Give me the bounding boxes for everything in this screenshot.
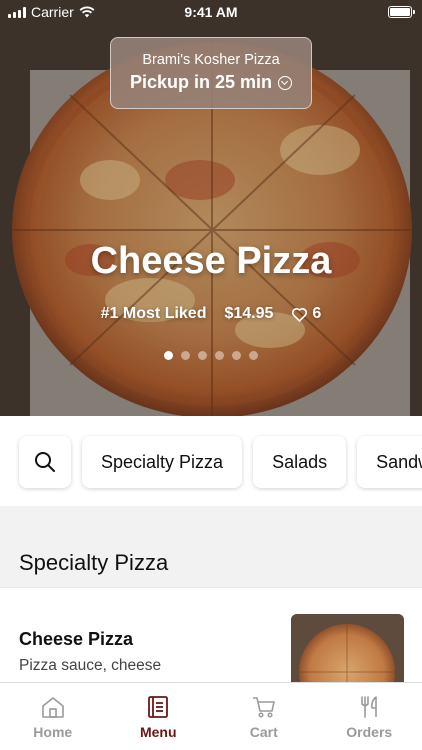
tab-cart-label: Cart [249,724,278,740]
cart-icon [252,697,275,718]
menu-item-description: Pizza sauce, cheese [19,657,162,674]
carousel-dot[interactable] [215,351,224,360]
search-icon [35,452,55,472]
category-chip-specialty-pizza[interactable]: Specialty Pizza [82,436,243,488]
store-name: Brami's Kosher Pizza [142,52,280,68]
menu-item[interactable]: Cheese Pizza Pizza sauce, cheese [0,587,422,687]
pickup-time: Pickup in 25 min [129,72,273,92]
hero-banner[interactable]: Carrier 9:41 AM Brami's Kosher Pizza Pic… [0,0,422,416]
chevron-down-icon [278,75,293,90]
category-chip-sandwiches[interactable]: Sandwiches [357,436,422,488]
section-title: Specialty Pizza [19,550,169,575]
carousel-dot[interactable] [249,351,258,360]
likes-value: 6 [312,305,322,322]
featured-item-meta: #1 Most Liked $14.95 6 [0,305,422,323]
featured-item-title: Cheese Pizza [90,240,332,282]
section-header: Specialty Pizza [0,506,422,586]
carousel-dot[interactable] [198,351,207,360]
battery-icon [388,6,415,18]
carousel-dots[interactable] [0,351,422,360]
menu-item-name: Cheese Pizza [19,629,134,649]
status-bar: Carrier 9:41 AM [0,0,422,24]
tab-bar: Home Menu Cart Orders [0,682,422,750]
carousel-dot[interactable] [232,351,241,360]
tab-menu-label: Menu [139,724,177,740]
search-button[interactable] [19,436,71,488]
menu-item-thumbnail [291,614,404,687]
rank-label: #1 Most Liked [100,305,207,322]
home-icon [41,697,64,718]
tab-home-label: Home [33,724,73,740]
price-label: $14.95 [224,305,274,322]
tab-cart[interactable]: Cart [211,683,317,750]
menu-icon [148,696,169,718]
tab-orders-label: Orders [346,724,393,740]
carousel-dot[interactable] [181,351,190,360]
tab-menu[interactable]: Menu [106,683,212,750]
pickup-selector[interactable]: Brami's Kosher Pizza Pickup in 25 min [110,37,312,109]
category-chip-salads[interactable]: Salads [253,436,347,488]
carousel-dot[interactable] [164,351,173,360]
tab-home[interactable]: Home [0,683,106,750]
heart-icon [292,307,308,322]
likes-count[interactable]: 6 [291,305,321,323]
clock: 9:41 AM [184,4,238,20]
category-bar: Specialty Pizza Salads Sandwiches [0,416,422,506]
utensils-icon [361,696,378,718]
tab-orders[interactable]: Orders [317,683,422,750]
